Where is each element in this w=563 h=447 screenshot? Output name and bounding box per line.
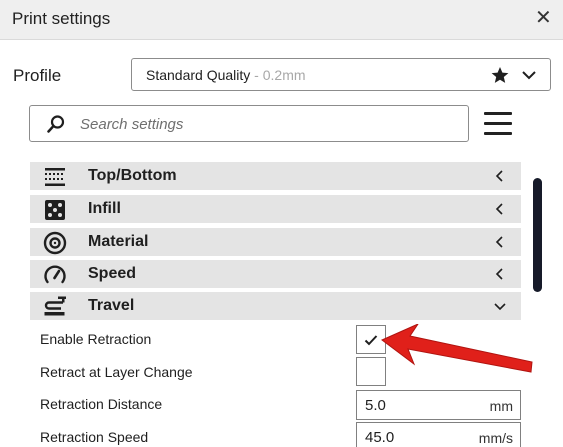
category-label: Top/Bottom xyxy=(88,167,177,184)
window-title: Print settings xyxy=(12,9,111,28)
category-label: Speed xyxy=(88,265,137,282)
top-bottom-icon xyxy=(45,168,65,186)
setting-label-retract-layer-change: Retract at Layer Change xyxy=(40,364,193,380)
settings-scrollbar[interactable] xyxy=(533,178,542,292)
search-input[interactable] xyxy=(80,113,460,135)
search-icon xyxy=(47,115,65,133)
infill-icon xyxy=(45,200,65,220)
chevron-down-icon xyxy=(494,303,506,311)
chevron-left-icon xyxy=(495,268,503,280)
category-top-bottom[interactable]: Top/Bottom xyxy=(30,162,521,190)
retraction-speed-value: 45.0 xyxy=(365,429,395,446)
chevron-left-icon xyxy=(495,203,503,215)
profile-label: Profile xyxy=(13,66,62,85)
category-label: Material xyxy=(88,233,149,250)
material-icon xyxy=(43,231,67,255)
retraction-distance-field[interactable]: 5.0 mm xyxy=(356,390,521,420)
enable-retraction-checkbox[interactable] xyxy=(356,325,386,354)
setting-label-retraction-distance: Retraction Distance xyxy=(40,396,163,412)
setting-label-retraction-speed: Retraction Speed xyxy=(40,429,149,445)
retraction-distance-unit: mm xyxy=(489,398,513,414)
category-speed[interactable]: Speed xyxy=(30,260,521,288)
travel-icon xyxy=(44,296,66,316)
category-material[interactable]: Material xyxy=(30,228,521,256)
chevron-left-icon xyxy=(495,170,503,182)
profile-dropdown[interactable]: Standard Quality - 0.2mm xyxy=(131,58,551,91)
favorite-star-icon[interactable] xyxy=(490,64,510,86)
chevron-left-icon xyxy=(495,236,503,248)
retract-layer-change-checkbox[interactable] xyxy=(356,357,386,386)
category-travel[interactable]: Travel xyxy=(30,292,521,320)
annotation-arrow-icon xyxy=(381,324,533,373)
retraction-speed-field[interactable]: 45.0 mm/s xyxy=(356,422,521,447)
profile-detail: - 0.2mm xyxy=(250,67,306,83)
category-label: Travel xyxy=(88,297,135,314)
setting-label-enable-retraction: Enable Retraction xyxy=(40,331,152,347)
profile-value: Standard Quality - 0.2mm xyxy=(146,67,306,83)
category-infill[interactable]: Infill xyxy=(30,195,521,223)
close-icon[interactable]: ✕ xyxy=(535,8,552,28)
chevron-down-icon[interactable] xyxy=(520,66,538,84)
settings-menu-icon[interactable] xyxy=(484,112,512,136)
retraction-speed-unit: mm/s xyxy=(478,430,513,446)
search-box[interactable] xyxy=(29,105,469,142)
speed-icon xyxy=(44,265,66,284)
retraction-distance-value: 5.0 xyxy=(365,397,386,414)
title-bar: Print settings ✕ xyxy=(0,0,563,40)
profile-name: Standard Quality xyxy=(146,67,251,83)
category-label: Infill xyxy=(88,200,121,217)
checkmark-icon xyxy=(364,335,378,346)
